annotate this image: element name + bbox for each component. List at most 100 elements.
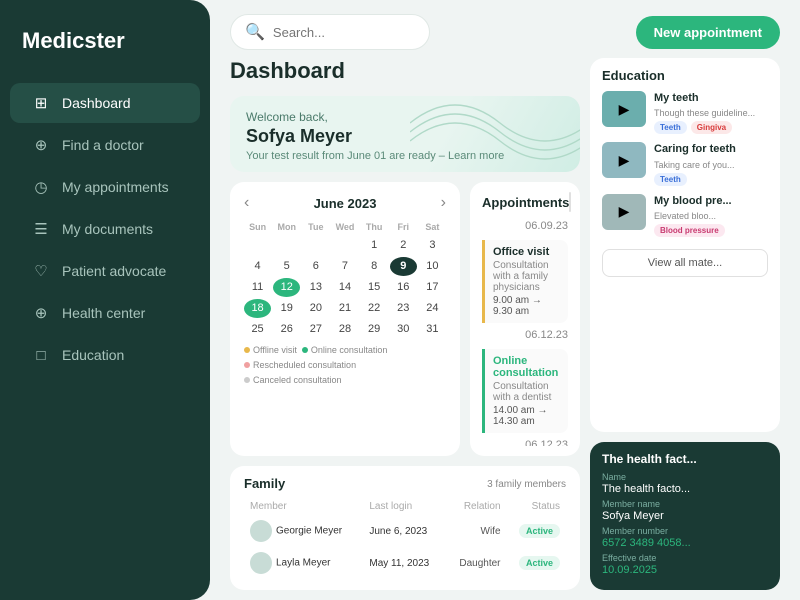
family-member-name-2: Layla Meyer — [246, 548, 363, 578]
sidebar-label-my-appointments: My appointments — [62, 179, 169, 195]
cal-day[interactable]: 19 — [273, 299, 300, 318]
cal-day[interactable]: 2 — [390, 236, 417, 255]
health-value-member-number: 6572 3489 4058... — [602, 537, 768, 549]
cal-day-highlighted[interactable]: 12 — [273, 278, 300, 297]
sidebar-item-my-documents[interactable]: ☰ My documents — [10, 209, 200, 249]
documents-icon: ☰ — [32, 220, 50, 238]
cal-day[interactable]: 16 — [390, 278, 417, 297]
cal-day[interactable]: 26 — [273, 320, 300, 339]
appointments-list: 06.09.23 Office visit Consultation with … — [482, 220, 568, 446]
education-card: Education ▶ My teeth Though these guidel… — [590, 58, 780, 432]
cal-week-2: 4 5 6 7 8 9 10 — [244, 257, 446, 276]
welcome-name: Sofya Meyer — [246, 126, 564, 147]
new-appointment-button[interactable]: New appointment — [636, 16, 780, 49]
cal-day[interactable]: 25 — [244, 320, 271, 339]
cal-day[interactable]: 10 — [419, 257, 446, 276]
cal-day[interactable]: 7 — [331, 257, 358, 276]
calendar-card: ‹ June 2023 › Sun Mon Tue Wed Thu Fri Sa… — [230, 182, 460, 456]
cal-day[interactable]: 30 — [390, 320, 417, 339]
legend-cancelled-label: Canceled consultation — [253, 375, 342, 385]
family-table: Member Last login Relation Status Georgi… — [244, 497, 566, 580]
appointments-card: Appointments My All 06.09.23 Office visi… — [470, 182, 580, 456]
search-icon: 🔍 — [245, 22, 265, 42]
sidebar-item-find-doctor[interactable]: ⊕ Find a doctor — [10, 125, 200, 165]
appointment-item-1[interactable]: Office visit Consultation with a family … — [482, 240, 568, 323]
appointment-date-1: 06.09.23 — [482, 220, 568, 232]
family-count: 3 family members — [487, 479, 566, 490]
calendar-prev-button[interactable]: ‹ — [244, 194, 249, 212]
dow-tue: Tue — [302, 220, 329, 234]
cal-day[interactable]: 23 — [390, 299, 417, 318]
edu-content-3: My blood pre... Elevated bloo... Blood p… — [654, 194, 768, 237]
cal-day-empty — [273, 236, 300, 255]
cal-day[interactable]: 22 — [361, 299, 388, 318]
edu-item-2: ▶ Caring for teeth Taking care of you...… — [602, 142, 768, 185]
left-column: Dashboard Welcome back, Sofya Meyer Your… — [230, 58, 580, 590]
health-fact-title: The health fact... — [602, 452, 768, 466]
family-status-2: Active — [507, 548, 564, 578]
search-input[interactable] — [273, 25, 415, 40]
cal-day[interactable]: 15 — [361, 278, 388, 297]
legend-cancelled: Canceled consultation — [244, 375, 342, 385]
appointment-time-1: 9.00 am → 9.30 am — [493, 295, 560, 317]
right-column: Education ▶ My teeth Though these guidel… — [590, 58, 780, 590]
cal-day-highlighted[interactable]: 18 — [244, 299, 271, 318]
legend-online-dot — [302, 347, 308, 353]
advocate-icon: ♡ — [32, 262, 50, 280]
cal-day[interactable]: 28 — [331, 320, 358, 339]
legend-rescheduled-label: Rescheduled consultation — [253, 360, 356, 370]
calendar-appointments-row: ‹ June 2023 › Sun Mon Tue Wed Thu Fri Sa… — [230, 182, 580, 456]
cal-day[interactable]: 27 — [302, 320, 329, 339]
cal-day[interactable]: 29 — [361, 320, 388, 339]
sidebar-item-health-center[interactable]: ⊕ Health center — [10, 293, 200, 333]
cal-day[interactable]: 24 — [419, 299, 446, 318]
sidebar-item-education[interactable]: □ Education — [10, 335, 200, 375]
sidebar: Medicster ⊞ Dashboard ⊕ Find a doctor ◷ … — [0, 0, 210, 600]
cal-day[interactable]: 8 — [361, 257, 388, 276]
sidebar-label-dashboard: Dashboard — [62, 95, 131, 111]
family-col-member: Member — [246, 499, 363, 514]
cal-day[interactable]: 3 — [419, 236, 446, 255]
dashboard-icon: ⊞ — [32, 94, 50, 112]
family-col-relation: Relation — [447, 499, 505, 514]
dow-thu: Thu — [361, 220, 388, 234]
health-field-member-number: Member number 6572 3489 4058... — [602, 526, 768, 549]
cal-day[interactable]: 31 — [419, 320, 446, 339]
appointment-item-2[interactable]: Online consultation Consultation with a … — [482, 349, 568, 433]
cal-day[interactable]: 17 — [419, 278, 446, 297]
health-fact-card: The health fact... Name The health facto… — [590, 442, 780, 590]
view-all-button[interactable]: View all mate... — [602, 249, 768, 277]
appointments-toggle-my[interactable]: My — [570, 193, 571, 211]
sidebar-item-patient-advocate[interactable]: ♡ Patient advocate — [10, 251, 200, 291]
search-bar[interactable]: 🔍 — [230, 14, 430, 50]
health-field-name: Name The health facto... — [602, 472, 768, 495]
health-field-effective-date: Effective date 10.09.2025 — [602, 553, 768, 576]
welcome-subtitle: Your test result from June 01 are ready … — [246, 150, 564, 162]
health-value-member-name: Sofya Meyer — [602, 510, 768, 522]
cal-day[interactable]: 11 — [244, 278, 271, 297]
cal-day-empty — [331, 236, 358, 255]
sidebar-item-dashboard[interactable]: ⊞ Dashboard — [10, 83, 200, 123]
cal-day[interactable]: 5 — [273, 257, 300, 276]
cal-day[interactable]: 21 — [331, 299, 358, 318]
cal-day[interactable]: 1 — [361, 236, 388, 255]
sidebar-item-my-appointments[interactable]: ◷ My appointments — [10, 167, 200, 207]
cal-day[interactable]: 14 — [331, 278, 358, 297]
edu-name-1: My teeth — [654, 91, 768, 105]
cal-day[interactable]: 4 — [244, 257, 271, 276]
main-area: 🔍 New appointment Dashboard Welcome back… — [210, 0, 800, 600]
sidebar-label-my-documents: My documents — [62, 221, 153, 237]
cal-day[interactable]: 6 — [302, 257, 329, 276]
cal-day-empty — [302, 236, 329, 255]
education-title: Education — [602, 68, 768, 83]
cal-day[interactable]: 20 — [302, 299, 329, 318]
health-label-name: Name — [602, 472, 768, 482]
cal-day[interactable]: 13 — [302, 278, 329, 297]
avatar — [250, 520, 272, 542]
dow-sun: Sun — [244, 220, 271, 234]
cal-day-today[interactable]: 9 — [390, 257, 417, 276]
legend-online: Online consultation — [302, 345, 388, 355]
appointment-type-1: Office visit — [493, 246, 560, 258]
calendar-next-button[interactable]: › — [441, 194, 446, 212]
edu-desc-3: Elevated bloo... — [654, 211, 768, 221]
